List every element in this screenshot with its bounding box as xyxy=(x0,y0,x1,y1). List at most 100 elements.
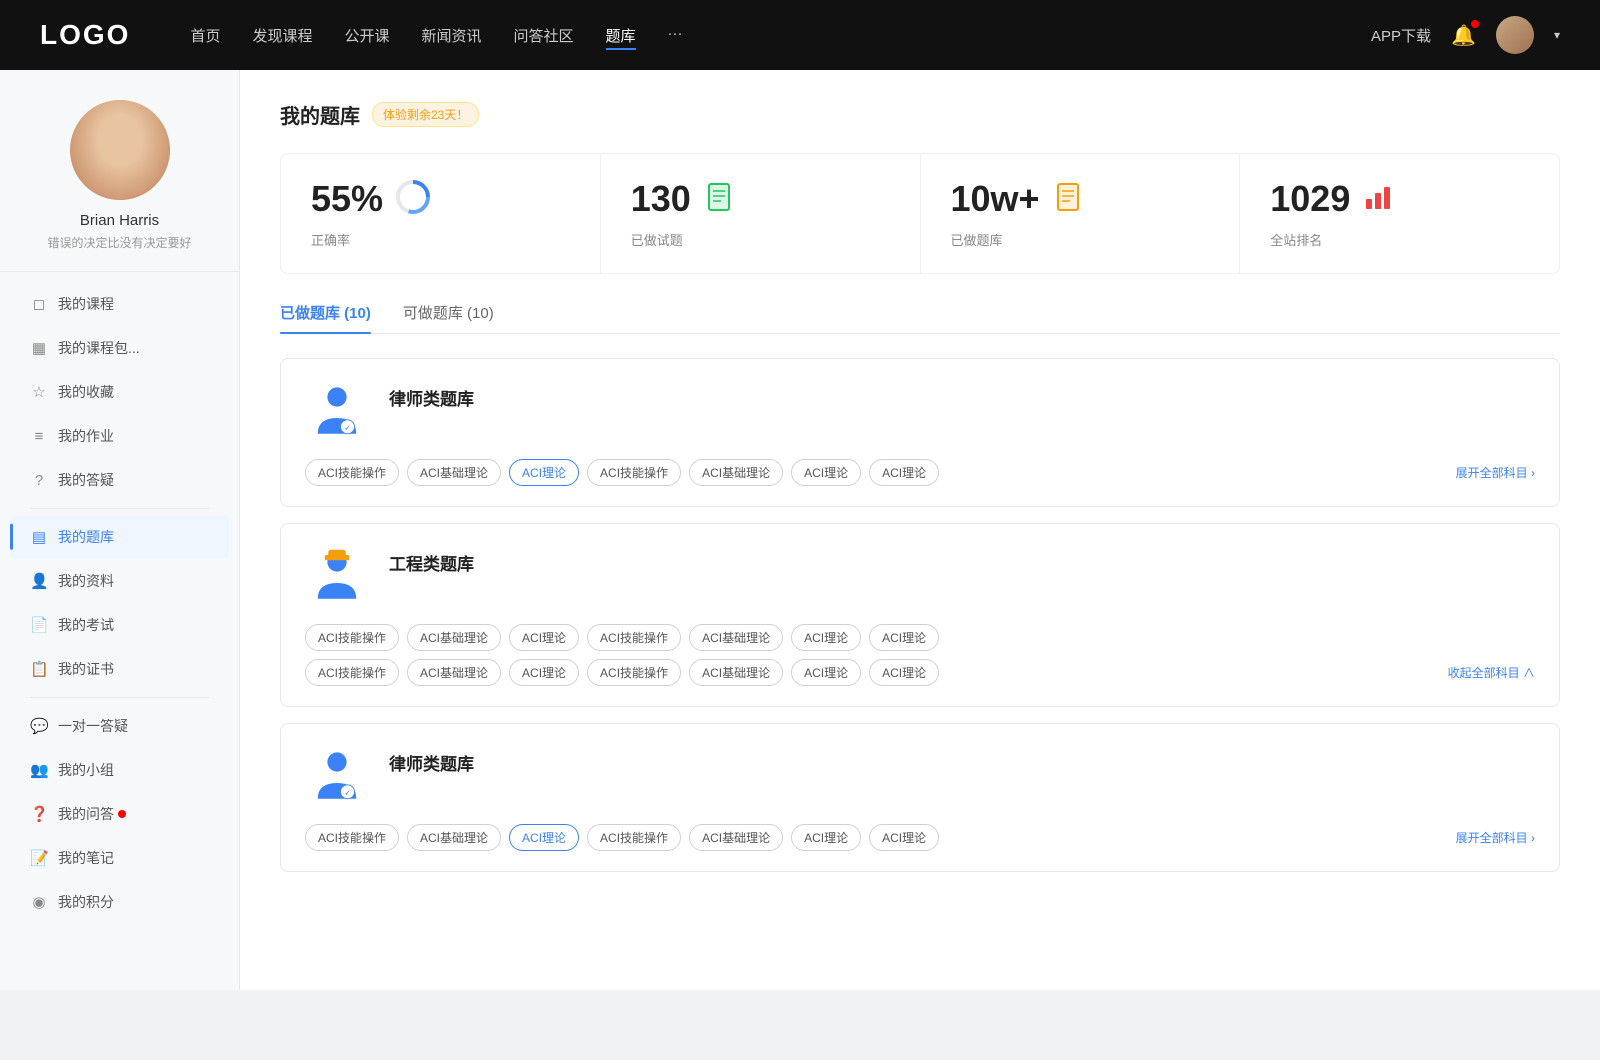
question-badge xyxy=(118,810,126,818)
stat-top-banks: 10w+ xyxy=(951,178,1210,220)
tag-eng2-3[interactable]: ACI理论 xyxy=(509,659,579,686)
course-icon: ◻ xyxy=(30,295,48,313)
stat-top-done: 130 xyxy=(631,178,890,220)
nav-discover[interactable]: 发现课程 xyxy=(252,21,312,50)
stat-label-done: 已做试题 xyxy=(631,230,890,249)
sidebar-item-course-package[interactable]: ▦ 我的课程包... xyxy=(10,326,229,370)
tag-lawyer-1[interactable]: ACI技能操作 xyxy=(305,459,399,486)
sidebar-item-my-group[interactable]: 👥 我的小组 xyxy=(10,748,229,792)
stat-value-rank: 1029 xyxy=(1270,178,1350,220)
one-on-one-icon: 💬 xyxy=(30,717,48,735)
avatar-image xyxy=(1496,16,1534,54)
sidebar-item-favorites[interactable]: ☆ 我的收藏 xyxy=(10,370,229,414)
tags-row-engineer-2: ACI技能操作 ACI基础理论 ACI理论 ACI技能操作 ACI基础理论 AC… xyxy=(305,659,1440,686)
user-menu-arrow[interactable]: ▾ xyxy=(1554,28,1560,42)
nav-qa[interactable]: 问答社区 xyxy=(514,21,574,50)
bank-title-lawyer: 律师类题库 xyxy=(389,379,474,410)
sidebar-item-my-notes[interactable]: 📝 我的笔记 xyxy=(10,836,229,880)
sidebar-item-certificate[interactable]: 📋 我的证书 xyxy=(10,647,229,691)
sidebar-item-my-data[interactable]: 👤 我的资料 xyxy=(10,559,229,603)
stat-value-accuracy: 55% xyxy=(311,178,383,220)
bank-card-engineer: 工程类题库 ACI技能操作 ACI基础理论 ACI理论 ACI技能操作 ACI基… xyxy=(280,523,1560,707)
expand-link-lawyer2[interactable]: 展开全部科目 › xyxy=(1456,825,1535,850)
avatar-face xyxy=(70,100,170,200)
tag-lawyer2-3[interactable]: ACI理论 xyxy=(509,824,579,851)
sidebar-divider-1 xyxy=(30,508,209,509)
sidebar-item-my-questions[interactable]: ❓ 我的问答 xyxy=(10,792,229,836)
tag-lawyer2-5[interactable]: ACI基础理论 xyxy=(689,824,783,851)
tag-lawyer2-7[interactable]: ACI理论 xyxy=(869,824,939,851)
tag-eng2-6[interactable]: ACI理论 xyxy=(791,659,861,686)
pie-chart-icon xyxy=(395,179,431,220)
tag-eng-4[interactable]: ACI技能操作 xyxy=(587,624,681,651)
stat-value-done: 130 xyxy=(631,178,691,220)
tag-eng-2[interactable]: ACI基础理论 xyxy=(407,624,501,651)
notes-icon: 📝 xyxy=(30,849,48,867)
avatar xyxy=(70,100,170,200)
page-title: 我的题库 xyxy=(280,100,360,129)
tags-row-engineer-1: ACI技能操作 ACI基础理论 ACI理论 ACI技能操作 ACI基础理论 AC… xyxy=(305,624,1535,651)
sidebar-username: Brian Harris xyxy=(80,212,159,229)
tag-lawyer-2[interactable]: ACI基础理论 xyxy=(407,459,501,486)
stat-top-rank: 1029 xyxy=(1270,178,1529,220)
logo[interactable]: LOGO xyxy=(40,19,130,51)
bank-card-lawyer2: ✓ 律师类题库 ACI技能操作 ACI基础理论 ACI理论 ACI技能操作 AC… xyxy=(280,723,1560,872)
stat-label-accuracy: 正确率 xyxy=(311,230,570,249)
bar-chart-icon xyxy=(1362,181,1394,218)
tag-eng2-1[interactable]: ACI技能操作 xyxy=(305,659,399,686)
tab-available-banks[interactable]: 可做题库 (10) xyxy=(403,302,494,333)
expand-link-lawyer[interactable]: 展开全部科目 › xyxy=(1456,460,1535,485)
main-content: 我的题库 体验剩余23天！ 55% 正确率 xyxy=(240,70,1600,990)
tag-lawyer2-2[interactable]: ACI基础理论 xyxy=(407,824,501,851)
exam-icon: 📄 xyxy=(30,616,48,634)
tag-eng-7[interactable]: ACI理论 xyxy=(869,624,939,651)
tag-lawyer-7[interactable]: ACI理论 xyxy=(869,459,939,486)
notification-bell[interactable]: 🔔 xyxy=(1451,23,1476,48)
course-package-icon: ▦ xyxy=(30,339,48,357)
stat-done-questions: 130 已做试题 xyxy=(601,154,921,273)
nav-more[interactable]: ··· xyxy=(668,21,683,50)
sidebar-item-one-on-one[interactable]: 💬 一对一答疑 xyxy=(10,704,229,748)
nav-open-course[interactable]: 公开课 xyxy=(344,21,389,50)
trial-badge: 体验剩余23天！ xyxy=(372,102,479,127)
tag-lawyer-6[interactable]: ACI理论 xyxy=(791,459,861,486)
sidebar-item-my-exam[interactable]: 📄 我的考试 xyxy=(10,603,229,647)
sidebar-item-my-points[interactable]: ◉ 我的积分 xyxy=(10,880,229,924)
user-avatar-nav[interactable] xyxy=(1496,16,1534,54)
bank-card-lawyer: ✓ 律师类题库 ACI技能操作 ACI基础理论 ACI理论 ACI技能操作 AC… xyxy=(280,358,1560,507)
stats-row: 55% 正确率 130 xyxy=(280,153,1560,274)
tags-row-lawyer: ACI技能操作 ACI基础理论 ACI理论 ACI技能操作 ACI基础理论 AC… xyxy=(305,459,1448,486)
tag-lawyer2-1[interactable]: ACI技能操作 xyxy=(305,824,399,851)
tag-eng-6[interactable]: ACI理论 xyxy=(791,624,861,651)
nav-news[interactable]: 新闻资讯 xyxy=(422,21,482,50)
tag-eng-3[interactable]: ACI理论 xyxy=(509,624,579,651)
nav-question-bank[interactable]: 题库 xyxy=(606,21,636,50)
tag-lawyer2-6[interactable]: ACI理论 xyxy=(791,824,861,851)
stat-value-banks: 10w+ xyxy=(951,178,1040,220)
sidebar-item-question-bank[interactable]: ▤ 我的题库 xyxy=(10,515,229,559)
navbar-right: APP下载 🔔 ▾ xyxy=(1371,16,1560,54)
tag-lawyer-5[interactable]: ACI基础理论 xyxy=(689,459,783,486)
nav-home[interactable]: 首页 xyxy=(190,21,220,50)
sidebar-item-my-qa[interactable]: ? 我的答疑 xyxy=(10,458,229,502)
tag-lawyer-4[interactable]: ACI技能操作 xyxy=(587,459,681,486)
lawyer2-icon: ✓ xyxy=(305,744,369,808)
points-icon: ◉ xyxy=(30,893,48,911)
navbar: LOGO 首页 发现课程 公开课 新闻资讯 问答社区 题库 ··· APP下载 … xyxy=(0,0,1600,70)
qa-icon: ? xyxy=(30,472,48,489)
tag-eng2-7[interactable]: ACI理论 xyxy=(869,659,939,686)
sidebar-item-homework[interactable]: ≡ 我的作业 xyxy=(10,414,229,458)
tag-eng2-2[interactable]: ACI基础理论 xyxy=(407,659,501,686)
tab-done-banks[interactable]: 已做题库 (10) xyxy=(280,302,371,333)
tag-eng2-5[interactable]: ACI基础理论 xyxy=(689,659,783,686)
stat-label-rank: 全站排名 xyxy=(1270,230,1529,249)
collapse-link-engineer[interactable]: 收起全部科目 ∧ xyxy=(1448,664,1535,681)
app-download-button[interactable]: APP下载 xyxy=(1371,25,1431,46)
svg-text:✓: ✓ xyxy=(344,423,351,432)
tag-lawyer-3[interactable]: ACI理论 xyxy=(509,459,579,486)
tag-eng-1[interactable]: ACI技能操作 xyxy=(305,624,399,651)
tag-eng-5[interactable]: ACI基础理论 xyxy=(689,624,783,651)
tag-eng2-4[interactable]: ACI技能操作 xyxy=(587,659,681,686)
sidebar-item-my-course[interactable]: ◻ 我的课程 xyxy=(10,282,229,326)
tag-lawyer2-4[interactable]: ACI技能操作 xyxy=(587,824,681,851)
